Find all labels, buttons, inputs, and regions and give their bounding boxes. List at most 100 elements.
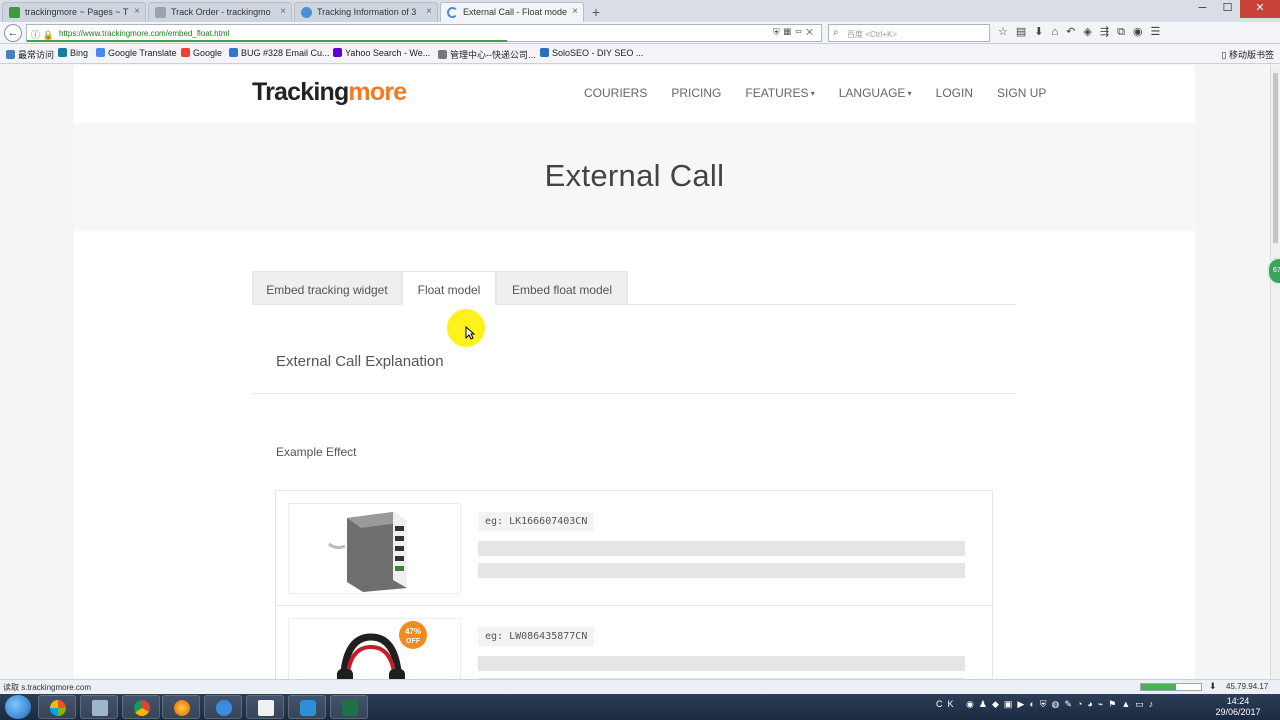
tray-icon[interactable]: ✎ — [1064, 699, 1077, 709]
usb-charger-image[interactable] — [288, 503, 461, 594]
clock-date: 29/06/2017 — [1215, 707, 1261, 717]
tray-icon[interactable]: ◍ — [1052, 699, 1065, 709]
side-float-badge[interactable]: 67 — [1267, 257, 1280, 285]
taskbar-app[interactable] — [80, 695, 118, 719]
discount-badge-off: OFF — [406, 638, 421, 645]
screenshot-icon[interactable]: ⧉ — [1117, 26, 1133, 38]
tray-icon[interactable]: ◆ — [992, 699, 1004, 709]
search-placeholder: 百度 <Ctrl+K> — [847, 30, 898, 39]
tracking-example-code[interactable]: eg: LK166607403CN — [478, 512, 595, 531]
tray-icon[interactable]: ⛨ — [1040, 699, 1052, 709]
close-window-icon[interactable]: ✕ — [1240, 0, 1280, 18]
tab-float-model[interactable]: Float model — [402, 271, 496, 305]
bookmark-item[interactable]: BUG #328 Email Cu... — [229, 48, 330, 58]
bookmark-item[interactable]: 管理中心--快递公司... — [438, 48, 536, 61]
address-bar[interactable]: ⓘ 🔒 https://www.trackingmore.com/embed_f… — [26, 24, 822, 42]
tray-icon[interactable]: ▶ — [1017, 699, 1029, 709]
trackingmore-logo[interactable]: Trackingmore — [252, 78, 407, 107]
tray-icon[interactable]: ▲ — [1121, 699, 1135, 709]
windows-taskbar: CK ◉♟◆▣▶◐⛨◍✎◔◕⌁⚑▲▭♪ 14:24 29/06/2017 — [0, 694, 1280, 720]
main-nav: COURIERS PRICING FEATURES LANGUAGE LOGIN… — [584, 86, 1070, 100]
tray-icon[interactable]: ◔ — [1077, 699, 1087, 709]
tools-icon[interactable]: ⇶ — [1100, 26, 1117, 38]
app-icon — [50, 700, 66, 716]
placeholder-bar — [478, 541, 965, 556]
mobile-bookmarks[interactable]: ▯ 移动版书签 — [1222, 48, 1274, 61]
home-icon[interactable]: ⌂ — [1052, 26, 1067, 38]
scrollbar-thumb[interactable] — [1273, 73, 1278, 243]
start-button-icon[interactable] — [5, 695, 31, 719]
nav-pricing[interactable]: PRICING — [671, 86, 721, 100]
network-meter — [1140, 683, 1202, 691]
tray-icon[interactable]: ◉ — [966, 699, 979, 709]
browser-tab-3[interactable]: Tracking Information of 3 × — [294, 2, 438, 22]
bookmark-item[interactable]: Bing — [58, 48, 88, 58]
page-hero: External Call — [74, 123, 1195, 231]
headphones-image[interactable]: 47% OFF — [288, 618, 461, 679]
download-icon[interactable]: ⬇ — [1209, 681, 1217, 692]
close-tab-icon[interactable]: × — [572, 6, 578, 17]
taskbar-app[interactable] — [288, 695, 326, 719]
browser-tab-2[interactable]: Track Order - trackingmo × — [148, 2, 292, 22]
library-icon[interactable]: ▤ — [1016, 26, 1034, 38]
bookmark-item[interactable]: Google — [181, 48, 222, 58]
bookmark-star-icon[interactable]: ☆ — [998, 26, 1016, 38]
maximize-icon[interactable]: ☐ — [1215, 0, 1240, 18]
network-meter-fill — [1141, 684, 1176, 690]
bookmark-item[interactable]: 最常访问 — [6, 48, 54, 61]
tab-embed-tracking-widget[interactable]: Embed tracking widget — [252, 271, 402, 305]
extension-icon[interactable]: ◈ — [1083, 26, 1099, 38]
close-tab-icon[interactable]: × — [280, 6, 286, 17]
minimize-icon[interactable]: ─ — [1190, 0, 1215, 18]
tray-icon[interactable]: ◐ — [1029, 699, 1039, 709]
nav-login[interactable]: LOGIN — [936, 86, 973, 100]
tab-title: Tracking Information of 3 — [317, 7, 417, 17]
tray-icon[interactable]: ▣ — [1004, 699, 1018, 709]
taskbar-app[interactable] — [38, 695, 76, 719]
bookmark-item[interactable]: SoloSEO - DIY SEO ... — [540, 48, 643, 58]
tab-embed-float-model[interactable]: Embed float model — [496, 271, 628, 305]
volume-icon[interactable]: ♪ — [1149, 699, 1159, 709]
download-icon[interactable]: ⬇ — [1034, 26, 1051, 38]
hamburger-menu-icon[interactable]: ☰ — [1151, 26, 1169, 38]
tray-icon[interactable]: ◕ — [1087, 699, 1097, 709]
search-input[interactable]: ⌕ 百度 <Ctrl+K> — [828, 24, 990, 42]
network-icon[interactable]: ▭ — [1135, 699, 1149, 709]
tab-title: External Call - Float mode — [463, 7, 568, 17]
page-scrollbar[interactable] — [1270, 65, 1280, 679]
tray-icon[interactable]: ⌁ — [1098, 699, 1108, 709]
nav-language[interactable]: LANGUAGE — [839, 86, 912, 100]
undo-icon[interactable]: ↶ — [1066, 26, 1083, 38]
qr-icon[interactable]: ▦ — [784, 27, 795, 37]
clear-icon[interactable]: ✕ — [806, 27, 817, 37]
new-tab-button[interactable]: + — [584, 2, 608, 22]
shield-icon[interactable]: ⛨ — [773, 27, 784, 37]
browser-tab-4-active[interactable]: External Call - Float mode × — [440, 2, 584, 22]
nav-sign-up[interactable]: SIGN UP — [997, 86, 1046, 100]
close-tab-icon[interactable]: × — [426, 6, 432, 17]
translate-icon — [96, 48, 105, 57]
language-indicator[interactable]: CK — [936, 699, 959, 709]
bookmark-item[interactable]: Yahoo Search - We... — [333, 48, 430, 58]
nav-features[interactable]: FEATURES — [745, 86, 814, 100]
window-controls: ─ ☐ ✕ — [1190, 0, 1280, 18]
close-tab-icon[interactable]: × — [134, 6, 140, 17]
taskbar-app[interactable] — [204, 695, 242, 719]
tab-favicon-icon — [301, 7, 312, 18]
reader-icon[interactable]: ▭ — [795, 27, 806, 37]
placeholder-bar — [478, 656, 965, 671]
taskbar-explorer[interactable] — [246, 695, 284, 719]
tray-icon[interactable]: ⚑ — [1108, 699, 1121, 709]
taskbar-excel[interactable] — [330, 695, 368, 719]
bug-icon — [229, 48, 238, 57]
back-arrow-icon[interactable]: ← — [4, 24, 22, 42]
taskbar-firefox[interactable] — [162, 695, 200, 719]
tray-icon[interactable]: ♟ — [979, 699, 992, 709]
browser-tab-1[interactable]: trackingmore ~ Pages ~ T × — [2, 2, 146, 22]
taskbar-chrome[interactable] — [122, 695, 160, 719]
tracking-example-code[interactable]: eg: LW086435877CN — [478, 627, 595, 646]
bookmark-item[interactable]: Google Translate — [96, 48, 177, 58]
taskbar-clock[interactable]: 14:24 29/06/2017 — [1214, 696, 1262, 718]
addon-icon[interactable]: ◉ — [1133, 26, 1151, 38]
nav-couriers[interactable]: COURIERS — [584, 86, 647, 100]
